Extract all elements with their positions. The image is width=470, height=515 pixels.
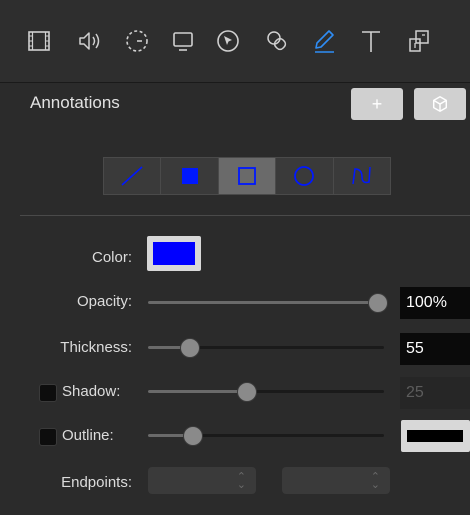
thickness-value[interactable]: 55 — [400, 333, 470, 365]
chevron-updown-icon: ⌃ ⌄ — [370, 471, 380, 491]
opacity-label: Opacity: — [76, 293, 132, 310]
shadow-slider-fill — [148, 390, 244, 393]
start-endpoint-select[interactable]: ⌃ ⌄ — [148, 467, 256, 494]
cube-button[interactable] — [414, 88, 466, 120]
panel-title: Annotations — [30, 93, 120, 112]
text-icon[interactable] — [356, 26, 386, 56]
outline-color-well[interactable] — [401, 420, 470, 452]
annotation-toolbar — [0, 0, 470, 83]
color-label: Color: — [91, 249, 132, 266]
shapes-icon[interactable] — [262, 26, 292, 56]
opacity-slider[interactable] — [148, 301, 384, 304]
cube-icon — [431, 96, 449, 117]
shadow-label: Shadow: — [62, 383, 121, 400]
stamp-icon[interactable] — [404, 26, 434, 56]
rectangle-outline-icon[interactable] — [218, 158, 277, 194]
speaker-icon[interactable] — [74, 26, 104, 56]
chevron-updown-icon: ⌃ ⌄ — [236, 471, 246, 491]
shadow-slider[interactable] — [148, 390, 384, 393]
add-annotation-button[interactable]: + — [351, 88, 403, 120]
end-endpoint-select[interactable]: ⌃ ⌄ — [282, 467, 390, 494]
shadow-slider-knob[interactable] — [237, 382, 257, 402]
cursor-icon[interactable] — [213, 26, 243, 56]
shape-selector — [103, 157, 391, 195]
opacity-slider-knob[interactable] — [368, 293, 388, 313]
shadow-checkbox[interactable] — [39, 384, 57, 402]
opacity-value[interactable]: 100% — [400, 287, 470, 319]
thickness-label: Thickness: — [60, 339, 132, 356]
screen-icon[interactable] — [168, 26, 198, 56]
line-icon[interactable] — [104, 158, 162, 194]
circle-icon[interactable] — [276, 158, 334, 194]
opacity-slider-fill — [148, 301, 378, 304]
film-icon[interactable] — [24, 26, 54, 56]
freehand-icon[interactable] — [333, 158, 391, 194]
endpoints-label: Endpoints: — [61, 474, 132, 491]
color-swatch — [153, 242, 195, 265]
section-divider — [20, 215, 470, 216]
outline-label: Outline: — [62, 427, 114, 444]
filled-rectangle-icon[interactable] — [161, 158, 219, 194]
timer-icon[interactable] — [122, 26, 152, 56]
outline-checkbox[interactable] — [39, 428, 57, 446]
outline-slider-knob[interactable] — [183, 426, 203, 446]
thickness-slider-knob[interactable] — [180, 338, 200, 358]
pencil-icon[interactable] — [309, 26, 339, 56]
color-well[interactable] — [147, 236, 201, 271]
shadow-value[interactable]: 25 — [400, 377, 470, 409]
outline-color-swatch — [407, 430, 463, 442]
